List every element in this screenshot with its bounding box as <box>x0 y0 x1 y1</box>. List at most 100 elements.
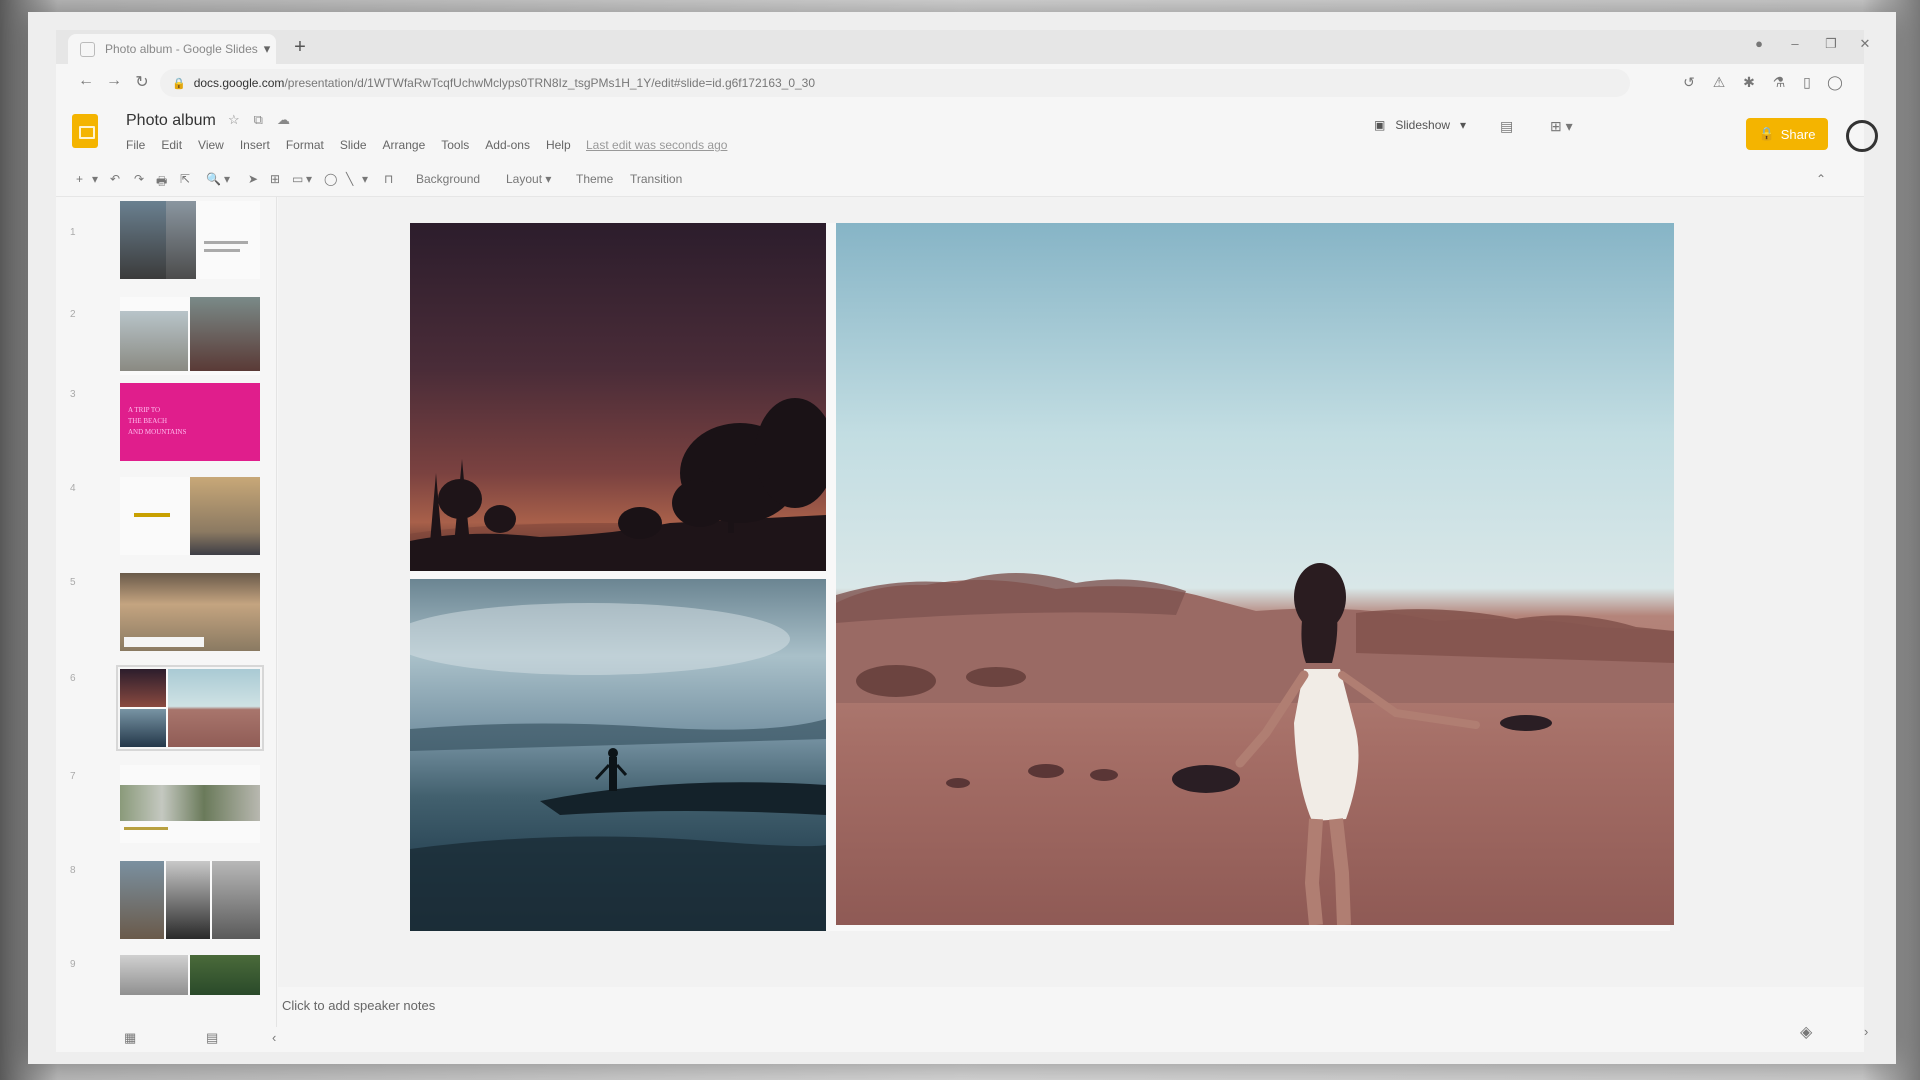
comments-icon[interactable]: ▤ <box>1500 118 1513 135</box>
slide-thumbnail-6[interactable] <box>116 665 264 751</box>
move-icon[interactable]: ⧉ <box>254 112 263 128</box>
monitor-screen: Photo album - Google Slides ▾ + ● – ❐ ✕ … <box>28 12 1896 1064</box>
close-window-button[interactable]: ✕ <box>1852 36 1878 52</box>
paint-format-icon[interactable]: ⇱ <box>180 172 190 186</box>
filmstrip-view-icon[interactable]: ▤ <box>206 1030 218 1046</box>
star-icon[interactable]: ☆ <box>228 112 240 128</box>
url-field[interactable]: 🔒 docs.google.com /presentation/d/1WTWfa… <box>160 69 1630 97</box>
document-title[interactable]: Photo album <box>126 112 216 130</box>
slide-thumbnail-2[interactable] <box>120 297 260 375</box>
shape-icon[interactable]: ◯ <box>324 172 337 186</box>
slideshow-dropdown-icon[interactable]: ▾ <box>1460 118 1466 132</box>
thumb-text-line <box>124 827 168 830</box>
share-button[interactable]: 🔒 Share <box>1746 118 1828 150</box>
extension-icon-1[interactable]: ↺ <box>1678 74 1700 91</box>
slide-thumbnail-5[interactable] <box>120 573 260 651</box>
keep-icon[interactable]: ◼ <box>1894 240 1896 257</box>
slides-favicon-icon <box>80 41 95 57</box>
sunset-photo[interactable] <box>380 223 835 571</box>
slide-number: 1 <box>70 227 76 238</box>
menu-addons[interactable]: Add-ons <box>485 138 530 152</box>
new-slide-dropdown-icon[interactable]: ▾ <box>92 172 98 186</box>
menu-slide[interactable]: Slide <box>340 138 367 152</box>
image-dropdown-icon[interactable]: ▾ <box>306 172 312 186</box>
new-slide-icon[interactable]: + <box>76 172 83 186</box>
menu-arrange[interactable]: Arrange <box>383 138 426 152</box>
slide-thumbnail-3[interactable]: A TRIP TO THE BEACH AND MOUNTAINS <box>120 383 260 461</box>
surfer-photo[interactable] <box>390 579 833 931</box>
grid-view-icon[interactable]: ▦ <box>124 1030 136 1046</box>
slide-thumbnail-7[interactable] <box>120 765 260 843</box>
minimize-button[interactable]: – <box>1782 36 1808 51</box>
explore-icon[interactable]: ◈ <box>1800 1022 1812 1042</box>
slide-number: 2 <box>70 309 76 320</box>
slides-logo-icon[interactable] <box>72 114 98 148</box>
last-edit-link[interactable]: Last edit was seconds ago <box>586 138 727 152</box>
text-box-icon[interactable]: ⊞ <box>270 172 280 186</box>
redo-icon[interactable]: ↷ <box>134 172 144 186</box>
new-tab-button[interactable]: + <box>288 36 312 59</box>
slideshow-button[interactable]: ▣ Slideshow ▾ <box>1374 118 1466 132</box>
tab-dropdown-icon[interactable]: ▾ <box>258 41 276 57</box>
slide-thumbnail-4[interactable] <box>120 477 260 555</box>
current-slide[interactable] <box>380 223 1674 931</box>
thumb-photo <box>120 785 260 821</box>
forward-button[interactable]: → <box>102 72 126 90</box>
theme-button[interactable]: Theme <box>576 172 613 186</box>
image-icon[interactable]: ▭ <box>292 172 303 186</box>
tree-silhouette-graphic <box>380 398 835 571</box>
profile-icon[interactable]: ◯ <box>1824 74 1846 91</box>
transition-button[interactable]: Transition <box>630 172 682 186</box>
toolbar: + ▾ ↶ ↷ 🖶 ⇱ 🔍 ▾ ➤ ⊞ ▭ ▾ ◯ ╲ ▾ ⊓ Backgrou… <box>56 164 1864 197</box>
slide-thumbnail-1[interactable] <box>120 201 260 279</box>
restore-button[interactable]: ❐ <box>1818 36 1844 52</box>
back-button[interactable]: ← <box>74 72 98 90</box>
add-addon-icon[interactable]: + <box>1894 428 1896 444</box>
collapse-toolbar-icon[interactable]: ⌃ <box>1816 172 1826 186</box>
print-icon[interactable]: 🖶 <box>156 172 167 193</box>
menu-tools[interactable]: Tools <box>441 138 469 152</box>
cloud-status-icon[interactable]: ☁ <box>277 112 290 128</box>
contacts-icon[interactable]: ● <box>1894 348 1896 364</box>
layout-button[interactable]: Layout ▾ <box>506 172 551 186</box>
tasks-icon[interactable]: ✔ <box>1894 294 1896 311</box>
speaker-notes[interactable]: Click to add speaker notes <box>282 998 435 1013</box>
account-avatar[interactable] <box>1846 120 1878 152</box>
extension-icon-2[interactable]: ⚠ <box>1708 74 1730 91</box>
docs-header: Photo album ☆ ⧉ ☁ File Edit View Insert … <box>56 102 1878 164</box>
thumb-photo <box>168 669 260 747</box>
slide-number: 6 <box>70 673 76 684</box>
extension-icon-5[interactable]: ▯ <box>1796 74 1818 91</box>
url-host: docs.google.com <box>193 76 285 90</box>
share-label: Share <box>1780 126 1816 142</box>
zoom-icon[interactable]: 🔍 <box>206 172 221 186</box>
slide-thumbnail-9[interactable] <box>120 955 260 995</box>
slide-thumbnail-8[interactable] <box>120 861 260 939</box>
menu-edit[interactable]: Edit <box>161 138 182 152</box>
select-icon[interactable]: ➤ <box>248 172 258 186</box>
dune-woman-photo[interactable] <box>836 223 1674 926</box>
side-panel-toggle-icon[interactable]: › <box>1864 1024 1868 1039</box>
zoom-dropdown-icon[interactable]: ▾ <box>224 172 230 186</box>
line-icon[interactable]: ╲ <box>346 172 353 186</box>
menu-help[interactable]: Help <box>546 138 571 152</box>
background-button[interactable]: Background <box>416 172 480 186</box>
menu-format[interactable]: Format <box>286 138 324 152</box>
line-dropdown-icon[interactable]: ▾ <box>362 172 368 186</box>
reload-button[interactable]: ↻ <box>130 72 154 92</box>
calendar-icon[interactable]: ▦ <box>1894 186 1896 203</box>
thumb-photo <box>120 311 188 371</box>
browser-tab[interactable]: Photo album - Google Slides ▾ <box>68 34 276 64</box>
menu-file[interactable]: File <box>126 138 145 152</box>
extension-icon-4[interactable]: ⚗ <box>1768 74 1790 91</box>
thumb-photo <box>166 201 196 279</box>
comment-icon[interactable]: ⊓ <box>384 172 393 186</box>
menu-view[interactable]: View <box>198 138 224 152</box>
undo-icon[interactable]: ↶ <box>110 172 120 186</box>
slide-number: 8 <box>70 865 76 876</box>
record-icon[interactable]: ● <box>1746 36 1772 51</box>
extension-icon-3[interactable]: ✱ <box>1738 74 1760 91</box>
present-options-icon[interactable]: ⊞ ▾ <box>1550 118 1573 135</box>
collapse-panel-icon[interactable]: ‹ <box>272 1030 276 1045</box>
menu-insert[interactable]: Insert <box>240 138 270 152</box>
